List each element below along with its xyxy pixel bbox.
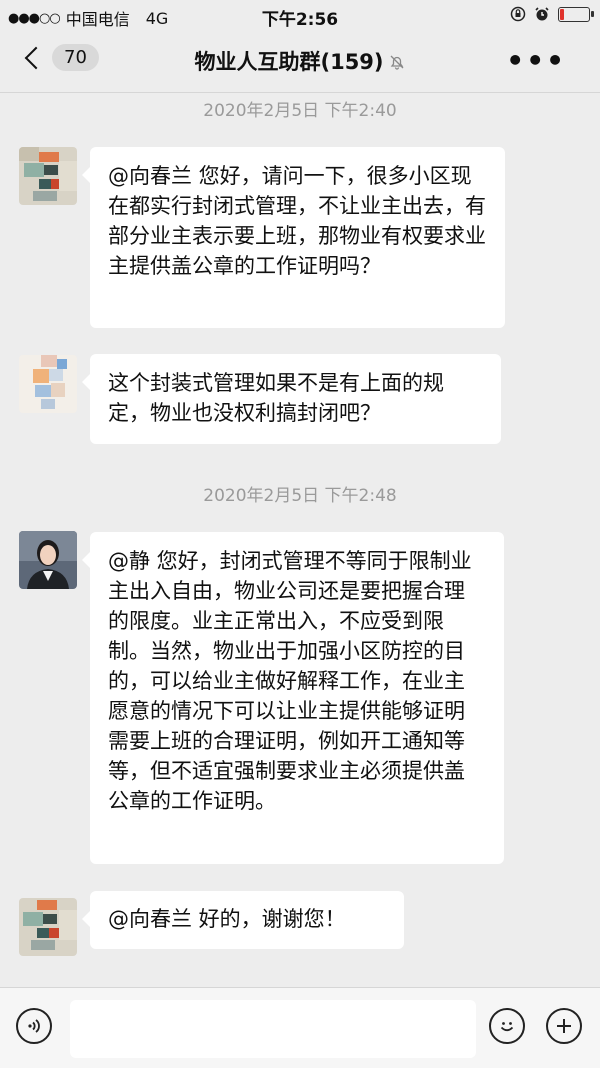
alarm-icon xyxy=(535,7,549,21)
message-bubble[interactable]: 这个封装式管理如果不是有上面的规定，物业也没权利搞封闭吧？ xyxy=(82,354,501,444)
emoji-button[interactable] xyxy=(489,1008,525,1044)
pixelated-avatar-image xyxy=(19,147,77,205)
message-text: @向春兰 好的，谢谢您！ xyxy=(108,907,346,931)
group-name: 物业人互助群(159) xyxy=(194,50,384,74)
message-text: @向春兰 您好，请问一下，很多小区现在都实行封闭式管理，不让业主出去，有部分业主… xyxy=(108,164,486,278)
smiley-icon xyxy=(500,1022,514,1032)
message-text: 这个封装式管理如果不是有上面的规定，物业也没权利搞封闭吧？ xyxy=(108,371,444,425)
battery-level xyxy=(560,8,564,20)
timestamp: 2020年2月5日 下午2:48 xyxy=(203,486,397,506)
status-bar: ●●●○○ 中国电信 4G 下午2:56 xyxy=(0,0,600,30)
more-options-button[interactable]: ••• xyxy=(506,44,566,77)
orientation-lock-icon xyxy=(510,6,526,22)
pixelated-avatar-image xyxy=(19,898,77,956)
pixelated-avatar-image xyxy=(19,355,77,413)
mute-bell-icon xyxy=(390,55,403,70)
more-functions-button[interactable] xyxy=(546,1008,582,1044)
header-divider xyxy=(0,92,600,93)
message-bubble[interactable]: @静 您好，封闭式管理不等同于限制业主出入自由，物业公司还是要把握合理的限度。业… xyxy=(82,532,504,864)
timestamp: 2020年2月5日 下午2:40 xyxy=(203,101,397,121)
avatar[interactable] xyxy=(19,898,77,956)
input-bar xyxy=(0,987,600,1068)
battery-icon xyxy=(558,6,594,22)
chat-header: 70 物业人互助群(159) ••• xyxy=(0,30,600,92)
message-text: @静 您好，封闭式管理不等同于限制业主出入自由，物业公司还是要把握合理的限度。业… xyxy=(108,549,472,813)
avatar[interactable] xyxy=(19,531,77,589)
avatar[interactable] xyxy=(19,147,77,205)
status-icons xyxy=(510,6,594,22)
voice-input-button[interactable] xyxy=(16,1008,52,1044)
profile-photo-icon xyxy=(19,531,77,589)
message-bubble[interactable]: @向春兰 好的，谢谢您！ xyxy=(82,891,404,949)
message-input[interactable] xyxy=(70,1000,476,1058)
message-bubble[interactable]: @向春兰 您好，请问一下，很多小区现在都实行封闭式管理，不让业主出去，有部分业主… xyxy=(82,147,505,328)
avatar[interactable] xyxy=(19,355,77,413)
plus-icon xyxy=(557,1019,571,1033)
voice-icon xyxy=(28,1019,40,1033)
